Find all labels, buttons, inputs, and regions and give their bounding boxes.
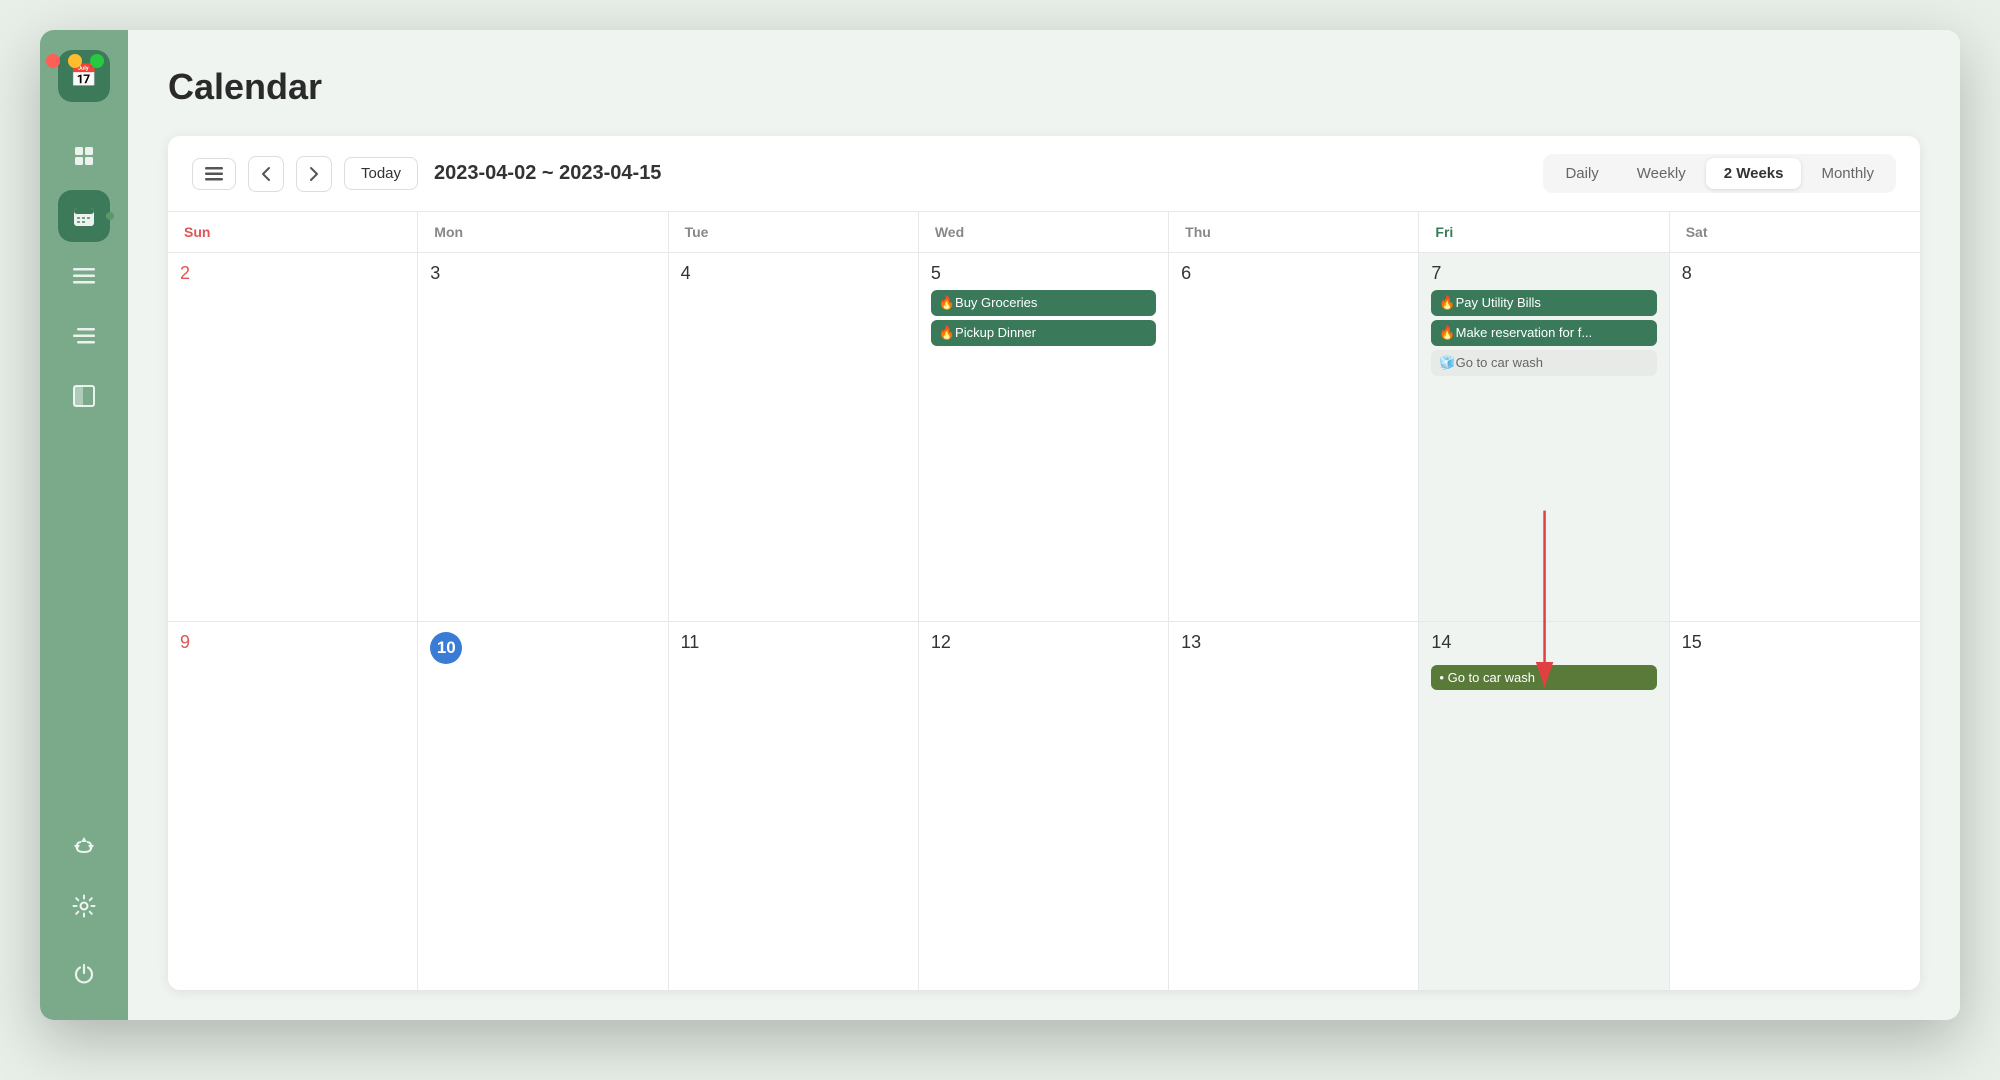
view-btn-daily[interactable]: Daily <box>1547 158 1616 189</box>
day-cell-4[interactable]: 4 <box>669 253 919 621</box>
power-icon <box>73 963 95 985</box>
event-make-reservation[interactable]: 🔥Make reservation for f... <box>1431 320 1656 346</box>
view-btn-2weeks[interactable]: 2 Weeks <box>1706 158 1802 189</box>
sidebar-icon-layout[interactable] <box>58 370 110 422</box>
event-pickup-dinner[interactable]: 🔥Pickup Dinner <box>931 320 1156 346</box>
header-fri: Fri <box>1419 212 1669 252</box>
calendar-toolbar: Today 2023-04-02 ~ 2023-04-15 Daily Week… <box>168 136 1920 212</box>
event-car-wash-origin[interactable]: 🧊Go to car wash <box>1431 350 1656 376</box>
calendar-rows: 2 3 4 5 🔥Buy Groceries <box>168 253 1920 990</box>
main-content: Calendar <box>128 30 1960 1020</box>
list-icon <box>205 167 223 181</box>
event-pay-utility[interactable]: 🔥Pay Utility Bills <box>1431 290 1656 316</box>
view-switcher: Daily Weekly 2 Weeks Monthly <box>1543 154 1896 193</box>
day-number-14: 14 <box>1431 632 1451 653</box>
sidebar: 📅 <box>40 30 128 1020</box>
day-number-3: 3 <box>430 263 440 284</box>
maximize-button[interactable] <box>90 54 104 68</box>
calendar-grid-wrapper: Sun Mon Tue Wed Thu Fri Sat 2 <box>168 212 1920 990</box>
minimize-button[interactable] <box>68 54 82 68</box>
sidebar-icon-settings[interactable] <box>58 880 110 932</box>
list-icon <box>73 267 95 285</box>
sidebar-icon-grid[interactable] <box>58 130 110 182</box>
chevron-right-icon <box>309 166 319 182</box>
day-cell-15[interactable]: 15 <box>1670 622 1920 990</box>
day-number-2: 2 <box>180 263 190 284</box>
list-view-button[interactable] <box>192 158 236 190</box>
calendar-icon <box>72 204 96 228</box>
day-cell-13[interactable]: 13 <box>1169 622 1419 990</box>
gear-icon <box>72 894 96 918</box>
event-car-wash-destination[interactable]: • Go to car wash <box>1431 665 1656 690</box>
day-cell-9[interactable]: 9 <box>168 622 418 990</box>
day-number-15: 15 <box>1682 632 1702 653</box>
active-indicator-dot <box>106 212 114 220</box>
header-wed: Wed <box>919 212 1169 252</box>
chevron-left-icon <box>261 166 271 182</box>
day-number-10-today: 10 <box>430 632 462 664</box>
align-icon <box>73 327 95 345</box>
day-number-7: 7 <box>1431 263 1441 284</box>
today-badge-wrapper: 10 <box>430 632 655 664</box>
date-range-label: 2023-04-02 ~ 2023-04-15 <box>434 162 661 185</box>
header-sun: Sun <box>168 212 418 252</box>
app-window: 📅 <box>40 30 1960 1020</box>
day-cell-8[interactable]: 8 <box>1670 253 1920 621</box>
header-sat: Sat <box>1670 212 1920 252</box>
traffic-lights <box>46 54 104 68</box>
calendar-container: Today 2023-04-02 ~ 2023-04-15 Daily Week… <box>168 136 1920 990</box>
day-number-5: 5 <box>931 263 941 284</box>
header-mon: Mon <box>418 212 668 252</box>
day-cell-5[interactable]: 5 🔥Buy Groceries 🔥Pickup Dinner <box>919 253 1169 621</box>
day-number-9: 9 <box>180 632 190 653</box>
day-cell-2[interactable]: 2 <box>168 253 418 621</box>
sidebar-icon-recycle[interactable] <box>58 820 110 872</box>
day-number-11: 11 <box>681 632 700 653</box>
next-button[interactable] <box>296 156 332 192</box>
day-cell-6[interactable]: 6 <box>1169 253 1419 621</box>
week-row-1: 2 3 4 5 🔥Buy Groceries <box>168 253 1920 622</box>
header-tue: Tue <box>669 212 919 252</box>
prev-button[interactable] <box>248 156 284 192</box>
page-title: Calendar <box>168 66 1920 108</box>
day-number-8: 8 <box>1682 263 1692 284</box>
layout-icon <box>73 385 95 407</box>
day-cell-11[interactable]: 11 <box>669 622 919 990</box>
close-button[interactable] <box>46 54 60 68</box>
day-number-4: 4 <box>681 263 691 284</box>
sidebar-icon-calendar[interactable] <box>58 190 110 242</box>
view-btn-monthly[interactable]: Monthly <box>1803 158 1892 189</box>
day-number-6: 6 <box>1181 263 1191 284</box>
view-btn-weekly[interactable]: Weekly <box>1619 158 1704 189</box>
day-cell-12[interactable]: 12 <box>919 622 1169 990</box>
event-buy-groceries[interactable]: 🔥Buy Groceries <box>931 290 1156 316</box>
sidebar-icon-list[interactable] <box>58 250 110 302</box>
day-cell-3[interactable]: 3 <box>418 253 668 621</box>
week-row-2: 9 10 11 1 <box>168 622 1920 990</box>
sidebar-icon-power[interactable] <box>58 948 110 1000</box>
day-number-13: 13 <box>1181 632 1201 653</box>
grid-icon <box>73 145 95 167</box>
day-number-12: 12 <box>931 632 951 653</box>
day-cell-10[interactable]: 10 <box>418 622 668 990</box>
recycle-icon <box>72 834 96 858</box>
day-cell-14[interactable]: 14 • Go to car wash <box>1419 622 1669 990</box>
day-headers: Sun Mon Tue Wed Thu Fri Sat <box>168 212 1920 253</box>
day-cell-7[interactable]: 7 🔥Pay Utility Bills 🔥Make reservation f… <box>1419 253 1669 621</box>
sidebar-icon-align[interactable] <box>58 310 110 362</box>
header-thu: Thu <box>1169 212 1419 252</box>
today-button[interactable]: Today <box>344 157 418 190</box>
